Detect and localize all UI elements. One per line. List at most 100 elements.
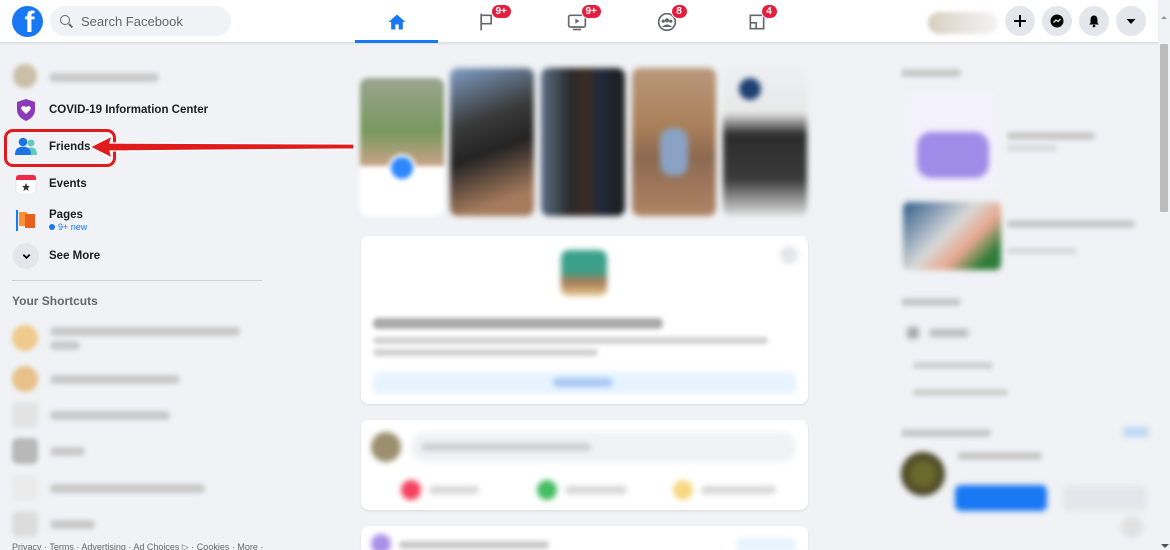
search-box[interactable] bbox=[50, 6, 231, 36]
shortcut-item[interactable] bbox=[12, 438, 85, 464]
tab-groups[interactable]: 8 bbox=[625, 0, 708, 43]
composer-feeling-button[interactable] bbox=[673, 480, 783, 500]
composer-avatar bbox=[371, 432, 401, 462]
shortcuts-title: Your Shortcuts bbox=[12, 294, 98, 308]
profile-avatar bbox=[13, 64, 39, 90]
red-arrow-annotation bbox=[89, 135, 355, 159]
friend-requests-title-blurred bbox=[901, 429, 991, 437]
sponsored-ad-image[interactable] bbox=[903, 202, 1001, 270]
shortcut-thumbnail bbox=[12, 366, 38, 392]
story-card[interactable] bbox=[632, 68, 716, 216]
shortcut-label-blurred bbox=[50, 326, 240, 336]
sidebar-item-covid[interactable]: COVID-19 Information Center bbox=[8, 93, 262, 127]
feed-post-card bbox=[361, 526, 808, 550]
composer-live-video-button[interactable] bbox=[401, 480, 481, 500]
messenger-icon bbox=[1050, 14, 1064, 28]
sidebar-item-label: Pages bbox=[49, 208, 83, 221]
see-more-toggle bbox=[13, 243, 39, 269]
footer-links[interactable]: Privacy · Terms · Advertising · Ad Choic… bbox=[12, 542, 263, 550]
pages-badge: 9+ bbox=[490, 4, 512, 19]
shortcut-item[interactable] bbox=[12, 511, 95, 537]
shortcut-thumbnail bbox=[12, 438, 38, 464]
search-input[interactable] bbox=[81, 13, 221, 29]
watch-badge: 9+ bbox=[580, 4, 602, 19]
sidebar-divider bbox=[12, 280, 262, 281]
messenger-button[interactable] bbox=[1042, 6, 1072, 36]
profile-name-blurred bbox=[49, 72, 159, 82]
right-sidebar bbox=[895, 44, 1153, 550]
suggestion-title-blurred bbox=[373, 318, 663, 329]
sidebar-item-see-more[interactable]: See More bbox=[8, 239, 262, 273]
story-card[interactable] bbox=[723, 68, 807, 216]
events-calendar-icon bbox=[13, 171, 39, 197]
shortcut-thumbnail bbox=[12, 511, 38, 537]
tab-pages[interactable]: 9+ bbox=[445, 0, 528, 43]
page-subitem-blurred[interactable] bbox=[913, 389, 1008, 396]
left-sidebar: COVID-19 Information Center Friends Even… bbox=[0, 44, 270, 550]
composer-input[interactable] bbox=[411, 432, 796, 462]
post-avatar bbox=[371, 534, 391, 550]
profile-button[interactable] bbox=[928, 12, 998, 34]
shortcut-item[interactable] bbox=[12, 325, 240, 351]
close-card-button[interactable] bbox=[780, 246, 798, 264]
new-message-button[interactable] bbox=[1121, 516, 1143, 538]
story-card[interactable] bbox=[450, 68, 534, 216]
gaming-badge: 4 bbox=[760, 4, 778, 19]
suggestion-image bbox=[561, 250, 607, 296]
tab-home[interactable] bbox=[355, 0, 438, 43]
see-all-link[interactable] bbox=[1123, 427, 1149, 437]
create-story-card[interactable] bbox=[360, 78, 444, 216]
shortcut-label-blurred bbox=[50, 519, 95, 529]
tab-gaming[interactable]: 4 bbox=[715, 0, 798, 43]
facebook-logo[interactable]: f bbox=[12, 6, 43, 37]
sidebar-item-pages[interactable]: Pages 9+ new bbox=[8, 203, 262, 237]
friend-request-name-blurred bbox=[957, 452, 1042, 460]
page-shortcut-blurred[interactable] bbox=[907, 327, 977, 339]
top-navigation-bar: f 9+ 9+ 8 4 bbox=[0, 0, 1158, 43]
pages-flag-icon bbox=[13, 207, 39, 233]
composer-photo-button[interactable] bbox=[537, 480, 632, 500]
feed-suggestion-card bbox=[361, 236, 808, 404]
tab-watch[interactable]: 9+ bbox=[535, 0, 618, 43]
page-scrollbar[interactable] bbox=[1158, 44, 1170, 550]
stories-tray bbox=[360, 62, 807, 222]
sponsored-ad-image[interactable] bbox=[905, 92, 997, 190]
story-card[interactable] bbox=[541, 68, 625, 216]
scroll-up-arrow-icon[interactable] bbox=[1161, 16, 1167, 19]
scroll-down-arrow-icon[interactable] bbox=[1161, 544, 1169, 548]
shortcut-label-blurred bbox=[50, 374, 180, 384]
shortcut-item[interactable] bbox=[12, 475, 205, 501]
create-button[interactable] bbox=[1005, 6, 1035, 36]
shortcut-label-blurred bbox=[50, 483, 205, 493]
shortcut-item[interactable] bbox=[12, 366, 180, 392]
covid-shield-icon bbox=[13, 97, 39, 123]
suggestion-action-button[interactable] bbox=[373, 372, 796, 394]
sponsored-ad-url-blurred bbox=[1007, 145, 1057, 151]
caret-down-icon bbox=[1126, 19, 1136, 24]
shortcut-thumbnail bbox=[12, 325, 38, 351]
main-area: COVID-19 Information Center Friends Even… bbox=[0, 44, 1158, 550]
sponsored-ad-title-blurred bbox=[1007, 220, 1135, 228]
friend-request-avatar[interactable] bbox=[901, 452, 945, 496]
account-menu-button[interactable] bbox=[1116, 6, 1146, 36]
notifications-button[interactable] bbox=[1079, 6, 1109, 36]
delete-request-button[interactable] bbox=[1063, 485, 1147, 511]
sidebar-item-profile[interactable] bbox=[8, 60, 262, 94]
groups-badge: 8 bbox=[670, 4, 688, 19]
page-subitem-blurred[interactable] bbox=[913, 362, 993, 369]
sidebar-item-events[interactable]: Events bbox=[8, 167, 262, 201]
shortcut-thumbnail bbox=[12, 475, 38, 501]
sponsored-ad-url-blurred bbox=[1007, 248, 1077, 254]
new-dot-icon bbox=[49, 223, 55, 230]
scrollbar-thumb[interactable] bbox=[1160, 44, 1168, 212]
home-icon bbox=[388, 14, 405, 29]
shortcut-label-blurred-line2 bbox=[50, 340, 80, 350]
suggestion-text-blurred-line2 bbox=[373, 349, 598, 356]
post-action-button[interactable] bbox=[736, 538, 796, 550]
confirm-request-button[interactable] bbox=[955, 485, 1047, 511]
post-composer-card bbox=[361, 420, 808, 510]
plus-icon bbox=[1014, 15, 1026, 27]
chevron-down-icon bbox=[22, 253, 30, 259]
search-icon bbox=[60, 14, 73, 28]
shortcut-item[interactable] bbox=[12, 402, 170, 428]
